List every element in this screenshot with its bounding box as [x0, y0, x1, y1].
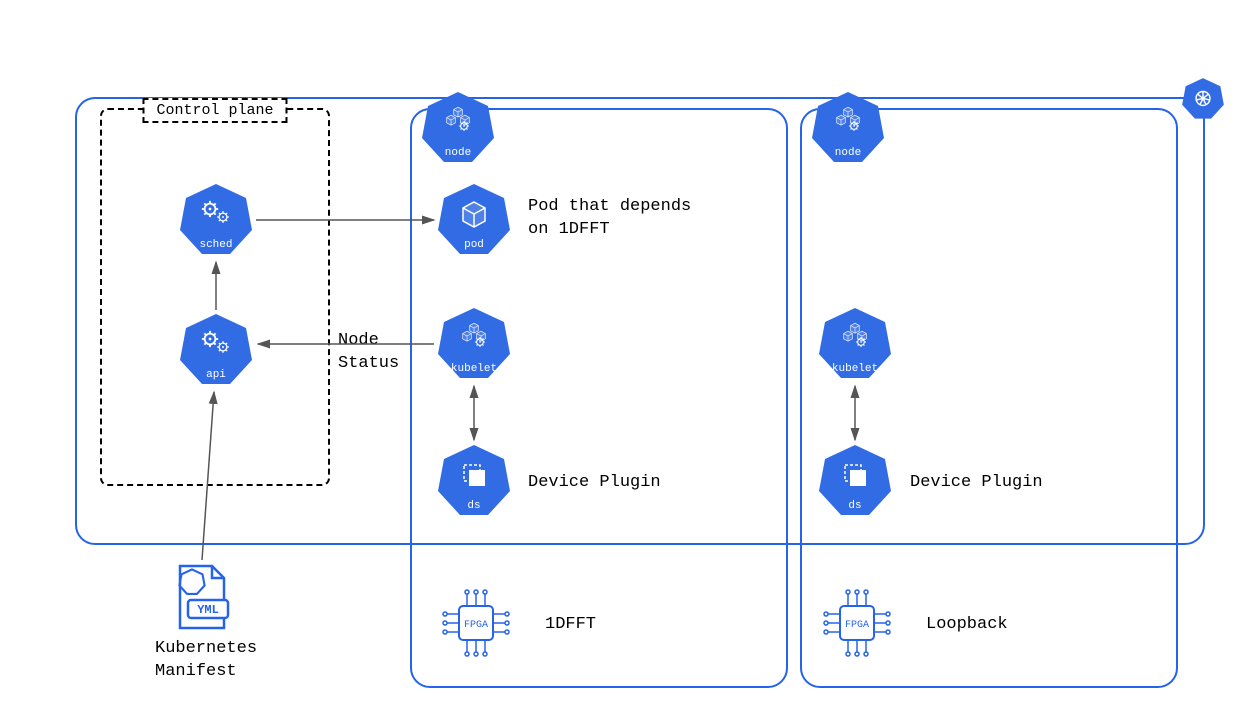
- daemonset-2-label: ds: [817, 500, 893, 512]
- fpga-2-icon: FPGA: [818, 584, 896, 662]
- node-status-label: Node Status: [338, 330, 399, 376]
- yaml-manifest-icon: YML: [172, 562, 232, 634]
- api-label: api: [178, 369, 254, 381]
- daemonset-1-component: ds: [436, 443, 512, 519]
- node-1-label: node: [420, 147, 496, 159]
- fpga-1-label: 1DFFT: [545, 614, 596, 637]
- scheduler-component: sched: [178, 182, 254, 258]
- pod-description: Pod that depends on 1DFFT: [528, 196, 691, 242]
- fpga-2-label: Loopback: [926, 614, 1008, 637]
- kubelet-1-label: kubelet: [436, 363, 512, 375]
- node-1-icon: node: [420, 90, 496, 166]
- kubernetes-logo-icon: [1181, 77, 1225, 126]
- manifest-label: Kubernetes Manifest: [155, 638, 257, 684]
- kubelet-2-label: kubelet: [817, 363, 893, 375]
- svg-text:FPGA: FPGA: [845, 620, 869, 631]
- yml-text: YML: [197, 603, 219, 617]
- api-component: api: [178, 312, 254, 388]
- control-plane-label: Control plane: [142, 98, 287, 123]
- scheduler-label: sched: [178, 239, 254, 251]
- daemonset-2-component: ds: [817, 443, 893, 519]
- daemonset-1-label: ds: [436, 500, 512, 512]
- node-2-icon: node: [810, 90, 886, 166]
- pod-component: pod: [436, 182, 512, 258]
- device-plugin-1-label: Device Plugin: [528, 472, 661, 495]
- kubelet-2-component: kubelet: [817, 306, 893, 382]
- node-2-label: node: [810, 147, 886, 159]
- fpga-chip-text: FPGA: [464, 620, 488, 631]
- fpga-1-icon: FPGA: [437, 584, 515, 662]
- kubelet-1-component: kubelet: [436, 306, 512, 382]
- pod-label: pod: [436, 239, 512, 251]
- device-plugin-2-label: Device Plugin: [910, 472, 1043, 495]
- control-plane-box: Control plane: [100, 108, 330, 486]
